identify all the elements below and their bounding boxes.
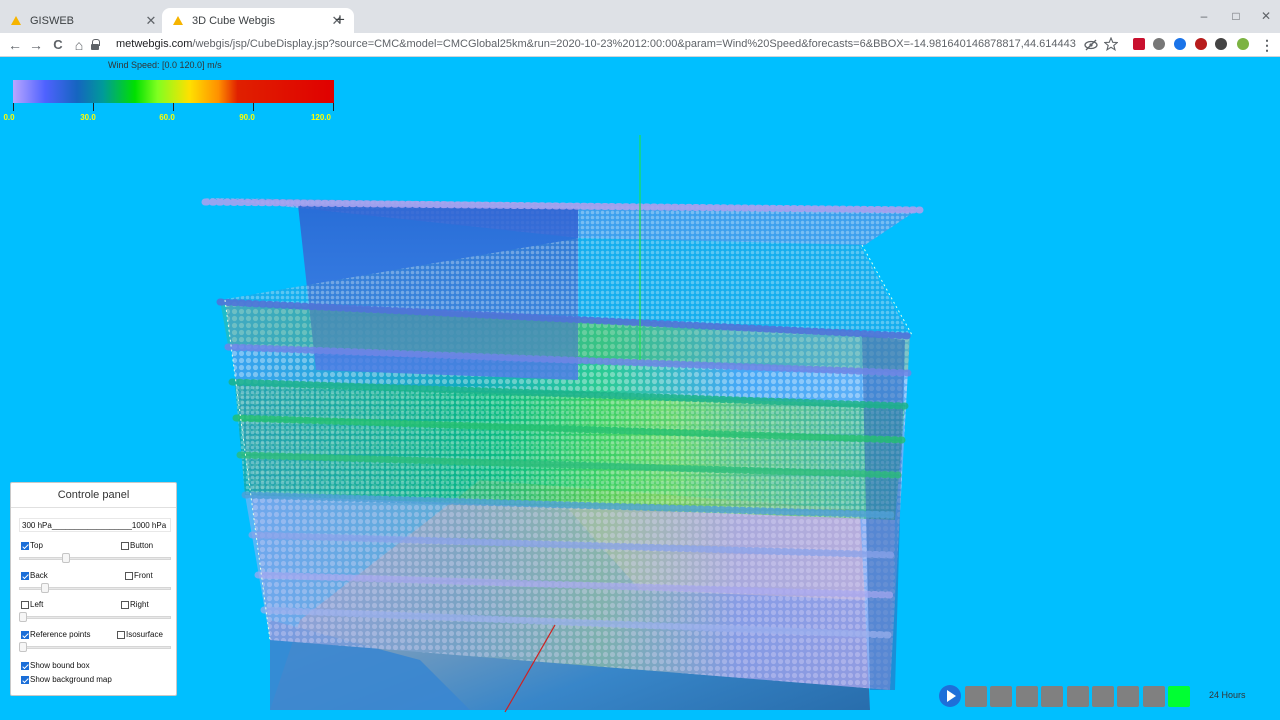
slider-track[interactable] [19,646,171,649]
forecast-step-6[interactable] [1092,686,1114,707]
3d-cube-viewport[interactable] [0,0,1280,720]
checkbox-label: Front [134,571,153,580]
checkbox-label: Left [30,600,44,609]
reference-points-checkbox[interactable]: Reference points [21,630,90,639]
show-background-map-checkbox[interactable]: Show background map [21,675,112,684]
slider-track[interactable] [19,616,171,619]
play-button[interactable] [939,685,961,707]
reference-points-slider[interactable] [19,642,171,652]
legend-tick-label: 60.0 [159,113,175,122]
checkbox-label: Show background map [30,675,112,684]
top-slider[interactable] [19,553,171,563]
forecast-step-4[interactable] [1041,686,1064,707]
panel-title: Controle panel [57,489,130,501]
forecast-step-1[interactable] [965,686,987,707]
button-checkbox[interactable]: Button [121,541,153,550]
back-checkbox[interactable]: Back [21,571,48,580]
forecast-step-5[interactable] [1066,686,1089,707]
checkbox-box[interactable] [21,661,29,670]
checkbox-box[interactable] [121,541,129,550]
checkbox-label: Button [130,541,154,550]
legend-tick-label: 120.0 [310,113,332,122]
forecast-step-7[interactable] [1117,686,1140,707]
forecast-step-3[interactable] [1015,686,1038,707]
checkbox-label: Top [30,541,43,550]
left-slider[interactable] [19,612,171,622]
checkbox-box[interactable] [21,600,29,609]
top-checkbox[interactable]: Top [21,541,43,550]
checkbox-box[interactable] [121,600,129,609]
legend-tick-label: 0.0 [3,113,15,122]
forecast-step-9[interactable] [1168,686,1191,707]
legend-tick-mark [93,103,94,111]
checkbox-label: Show bound box [30,661,90,670]
checkbox-box[interactable] [21,630,29,639]
range-min-label: 300 hPa [22,521,52,530]
checkbox-box[interactable] [21,541,29,550]
checkbox-label: Reference points [30,630,91,639]
legend-title: Wind Speed: [0.0 120.0] m/s [108,60,222,70]
checkbox-label: Right [130,600,149,609]
left-checkbox[interactable]: Left [21,600,43,609]
checkbox-box[interactable] [21,675,29,684]
slider-track[interactable] [19,557,171,560]
checkbox-label: Isosurface [126,630,163,639]
color-scale-bar [13,80,334,103]
checkbox-label: Back [30,571,48,580]
right-checkbox[interactable]: Right [121,600,149,609]
panel-divider [11,507,176,508]
slider-thumb[interactable] [62,553,70,563]
isosurface-checkbox[interactable]: Isosurface [117,630,163,639]
range-max-label: 1000 hPa [131,521,167,530]
legend-tick-label: 90.0 [239,113,255,122]
legend-tick-label: 30.0 [80,113,96,122]
legend-tick-mark [173,103,174,111]
slider-thumb[interactable] [41,583,49,593]
back-slider[interactable] [19,583,171,593]
checkbox-box[interactable] [117,630,125,639]
checkbox-box[interactable] [21,571,29,580]
show-bound-box-checkbox[interactable]: Show bound box [21,661,90,670]
slider-thumb[interactable] [19,612,27,622]
forecast-step-2[interactable] [990,686,1013,707]
front-checkbox[interactable]: Front [125,571,153,580]
control-panel: Controle panel 300 hPa__________________… [10,482,177,696]
legend-tick-mark [13,103,14,111]
forecast-step-8[interactable] [1142,686,1165,707]
checkbox-box[interactable] [125,571,133,580]
range-fill: __________________ [51,521,132,530]
slider-thumb[interactable] [19,642,27,652]
legend-tick-mark [253,103,254,111]
legend-tick-mark [333,103,334,111]
pressure-range-field[interactable]: 300 hPa__________________1000 hPa [19,518,171,532]
forecast-hours-label: 24 Hours [1209,690,1246,700]
